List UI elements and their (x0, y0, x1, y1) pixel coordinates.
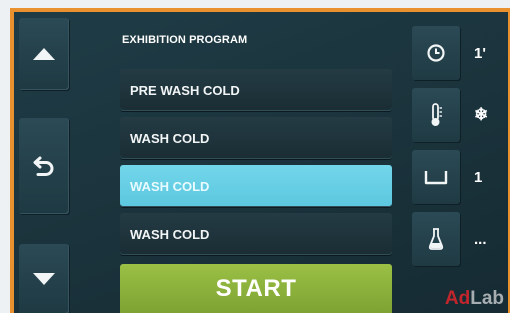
back-button[interactable] (19, 118, 69, 214)
level-button[interactable] (412, 150, 460, 204)
temperature-button[interactable] (412, 88, 460, 142)
nav-column (14, 12, 74, 313)
program-item[interactable]: WASH COLD (120, 117, 392, 159)
touch-screen: EXHIBITION PROGRAM PRE WASH COLD WASH CO… (14, 12, 508, 313)
thermometer-icon (431, 103, 442, 126)
time-value: 1' (474, 44, 486, 62)
tub-icon (424, 171, 448, 185)
time-setting[interactable]: 1' (412, 24, 508, 82)
detergent-value: ... (474, 230, 487, 248)
device-frame: EXHIBITION PROGRAM PRE WASH COLD WASH CO… (10, 8, 510, 313)
program-label: PRE WASH COLD (130, 82, 240, 98)
start-button[interactable]: START (120, 264, 392, 313)
time-button[interactable] (412, 26, 460, 80)
program-label: WASH COLD (130, 178, 210, 194)
program-label: WASH COLD (130, 130, 210, 146)
program-item-selected[interactable]: WASH COLD (120, 165, 392, 207)
triangle-down-icon (33, 273, 55, 285)
adlab-watermark: AdLab (444, 288, 504, 309)
clock-icon (427, 44, 445, 62)
program-item[interactable]: WASH COLD (120, 213, 392, 255)
program-label: WASH COLD (130, 226, 210, 242)
temperature-setting[interactable]: ❄ (412, 86, 508, 144)
scroll-up-button[interactable] (19, 18, 69, 90)
back-arrow-icon (33, 156, 54, 176)
start-label: START (215, 275, 297, 302)
program-item[interactable]: PRE WASH COLD (120, 69, 392, 111)
detergent-setting[interactable]: ... (412, 210, 508, 268)
flask-icon (428, 228, 444, 250)
snowflake-icon: ❄ (474, 105, 489, 124)
page-title: EXHIBITION PROGRAM (122, 34, 248, 46)
detergent-button[interactable] (412, 212, 460, 266)
level-setting[interactable]: 1 (412, 148, 508, 206)
triangle-up-icon (33, 48, 55, 60)
scroll-down-button[interactable] (19, 244, 69, 313)
level-value: 1 (474, 168, 483, 186)
